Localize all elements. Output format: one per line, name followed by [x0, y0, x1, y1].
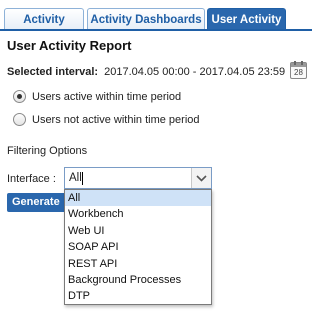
interval-value: 2017.04.05 00:00 - 2017.04.05 23:59	[104, 66, 286, 78]
option-web-ui[interactable]: Web UI	[65, 223, 211, 239]
calendar-day-number: 28	[294, 68, 303, 77]
calendar-icon[interactable]: 28	[290, 61, 307, 79]
tab-user-activity[interactable]: User Activity	[207, 8, 286, 30]
radio-users-active[interactable]: Users active within time period	[13, 90, 181, 103]
tab-activity[interactable]: Activity	[4, 8, 84, 30]
radio-label-active: Users active within time period	[32, 90, 182, 103]
tab-activity-dashboards[interactable]: Activity Dashboards	[87, 8, 205, 30]
option-dtp[interactable]: DTP	[65, 288, 211, 304]
option-all[interactable]: All	[65, 190, 211, 207]
calendar-rings	[294, 61, 303, 65]
text-cursor	[82, 172, 83, 185]
option-workbench[interactable]: Workbench	[65, 206, 211, 222]
filtering-heading: Filtering Options	[7, 145, 88, 157]
option-rest-api[interactable]: REST API	[65, 256, 211, 272]
interface-select-value: All	[69, 172, 82, 184]
page-title: User Activity Report	[7, 38, 132, 53]
interface-label: Interface :	[7, 173, 56, 185]
radio-users-not-active[interactable]: Users not active within time period	[13, 113, 200, 126]
tab-bar: Activity Activity Dashboards User Activi…	[0, 0, 312, 31]
option-soap-api[interactable]: SOAP API	[65, 239, 211, 255]
chevron-down-icon[interactable]	[191, 168, 211, 188]
radio-label-not-active: Users not active within time period	[32, 113, 200, 126]
option-background-processes[interactable]: Background Processes	[65, 272, 211, 288]
interval-row: Selected interval: 2017.04.05 00:00 - 201…	[7, 66, 285, 78]
tab-baseline	[0, 29, 312, 31]
interval-label: Selected interval:	[7, 66, 99, 78]
radio-button-unchecked[interactable]	[13, 113, 26, 126]
radio-button-checked[interactable]	[13, 90, 26, 103]
interface-select[interactable]: All	[64, 167, 212, 189]
interface-dropdown-list: All Workbench Web UI SOAP API REST API B…	[64, 189, 212, 305]
